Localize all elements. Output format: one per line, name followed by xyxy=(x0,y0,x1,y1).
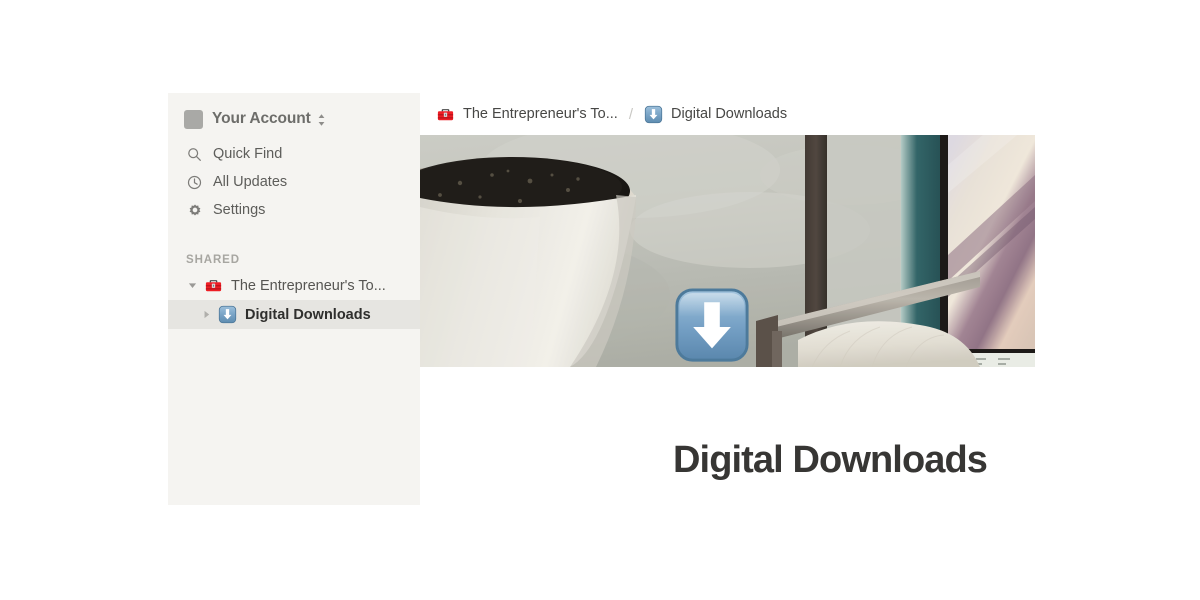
sidebar-tree-item-entrepreneurs-toolbox[interactable]: The Entrepreneur's To... xyxy=(168,271,420,300)
sidebar-nav: Quick Find All Updates Settings xyxy=(168,140,420,224)
account-switcher[interactable]: Your Account xyxy=(168,102,420,136)
up-down-chevron-icon xyxy=(318,114,325,126)
sidebar-tree-item-label: The Entrepreneur's To... xyxy=(231,277,386,294)
download-emoji xyxy=(218,305,237,324)
sidebar-item-settings[interactable]: Settings xyxy=(168,196,420,224)
avatar xyxy=(184,109,203,129)
sidebar-tree-item-label: Digital Downloads xyxy=(245,306,371,323)
sidebar-item-all-updates[interactable]: All Updates xyxy=(168,168,420,196)
breadcrumb-item-label: Digital Downloads xyxy=(671,106,788,122)
sidebar-item-quick-find[interactable]: Quick Find xyxy=(168,140,420,168)
breadcrumb-item-label: The Entrepreneur's To... xyxy=(463,106,618,122)
breadcrumb-item-digital-downloads[interactable]: Digital Downloads xyxy=(644,105,787,124)
toolbox-emoji xyxy=(436,105,455,124)
page-title: Digital Downloads xyxy=(673,439,988,481)
sidebar-tree-item-digital-downloads[interactable]: Digital Downloads xyxy=(168,300,420,329)
breadcrumb: The Entrepreneur's To... / Digital Downl… xyxy=(420,93,1035,135)
clock-icon xyxy=(186,174,203,191)
page-container: The Entrepreneur's To... / Digital Downl… xyxy=(420,93,1035,600)
account-name: Your Account xyxy=(212,110,311,127)
sidebar: Your Account Quick Find All Updates Sett… xyxy=(168,93,420,505)
sidebar-item-label: Quick Find xyxy=(213,146,283,162)
gear-icon xyxy=(186,202,203,219)
search-icon xyxy=(186,146,203,163)
sidebar-section-title: SHARED xyxy=(186,254,240,266)
breadcrumb-item-entrepreneurs-toolbox[interactable]: The Entrepreneur's To... xyxy=(436,105,618,124)
download-emoji xyxy=(673,286,751,364)
toolbox-emoji xyxy=(204,276,223,295)
triangle-down-icon[interactable] xyxy=(186,281,198,290)
download-emoji xyxy=(644,105,663,124)
sidebar-item-label: All Updates xyxy=(213,174,288,190)
breadcrumb-separator: / xyxy=(628,105,634,123)
triangle-right-icon[interactable] xyxy=(200,310,212,319)
sidebar-item-label: Settings xyxy=(213,202,266,218)
